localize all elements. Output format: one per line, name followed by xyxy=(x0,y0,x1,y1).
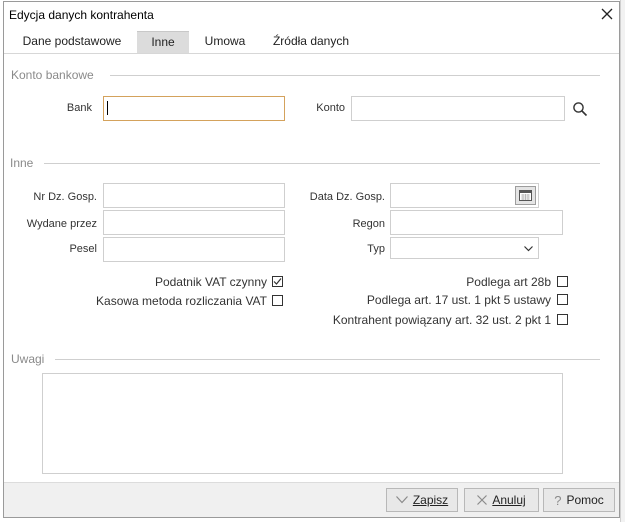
art28b-label: Podlega art 28b xyxy=(466,275,551,289)
nr-dz-gosp-label: Nr Dz. Gosp. xyxy=(33,191,97,203)
typ-select[interactable] xyxy=(390,237,539,259)
window-title: Edycja danych kontrahenta xyxy=(9,8,154,22)
art28b-checkbox[interactable] xyxy=(557,276,568,287)
close-icon[interactable] xyxy=(599,6,615,22)
regon-label: Regon xyxy=(352,218,385,230)
checkmark-icon xyxy=(395,496,408,504)
notes-textarea[interactable] xyxy=(42,373,563,474)
data-dz-gosp-input[interactable] xyxy=(390,183,539,208)
other-section-title: Inne xyxy=(10,156,34,170)
pesel-input[interactable] xyxy=(103,237,285,262)
data-dz-gosp-label: Data Dz. Gosp. xyxy=(309,191,385,203)
other-section-line xyxy=(44,163,600,164)
wydane-przez-label: Wydane przez xyxy=(26,218,97,230)
art32-checkbox[interactable] xyxy=(557,314,568,325)
tab-umowa[interactable]: Umowa xyxy=(196,31,254,53)
konto-input[interactable] xyxy=(351,96,565,121)
nr-dz-gosp-input[interactable] xyxy=(103,183,285,208)
regon-input[interactable] xyxy=(390,210,563,235)
konto-label: Konto xyxy=(316,102,345,114)
dialog-window: Edycja danych kontrahenta Dane podstawow… xyxy=(3,1,620,518)
wydane-przez-input[interactable] xyxy=(103,210,285,235)
help-button[interactable]: ? Pomoc xyxy=(543,488,615,512)
kasowa-label: Kasowa metoda rozliczania VAT xyxy=(96,294,267,308)
notes-section-line xyxy=(55,359,600,360)
kasowa-checkbox[interactable] xyxy=(272,295,283,306)
save-button[interactable]: Zapisz xyxy=(386,488,458,512)
cancel-button[interactable]: Anuluj xyxy=(464,488,539,512)
podatnik-vat-label: Podatnik VAT czynny xyxy=(154,275,267,289)
cancel-icon xyxy=(477,495,488,505)
art17-label: Podlega art. 17 ust. 1 pkt 5 ustawy xyxy=(366,293,551,307)
typ-label: Typ xyxy=(367,243,385,255)
chevron-down-icon xyxy=(524,246,533,252)
text-caret xyxy=(107,101,108,115)
tab-divider xyxy=(4,53,619,54)
bank-section-title: Konto bankowe xyxy=(11,68,94,82)
art17-checkbox[interactable] xyxy=(557,294,568,305)
tab-zrodla-danych[interactable]: Źródła danych xyxy=(266,31,356,53)
art32-label: Kontrahent powiązany art. 32 ust. 2 pkt … xyxy=(332,313,551,327)
notes-section-title: Uwagi xyxy=(11,352,45,366)
search-icon[interactable] xyxy=(572,101,588,117)
calendar-icon xyxy=(519,190,532,201)
bank-input[interactable] xyxy=(103,96,285,121)
pesel-label: Pesel xyxy=(69,243,97,255)
calendar-button[interactable] xyxy=(515,186,536,205)
tab-dane-podstawowe[interactable]: Dane podstawowe xyxy=(12,31,132,53)
bank-section-line xyxy=(110,75,600,76)
podatnik-vat-checkbox[interactable] xyxy=(272,276,283,287)
background-window-edge xyxy=(620,0,625,522)
question-icon: ? xyxy=(554,492,562,508)
bank-label: Bank xyxy=(66,102,92,114)
tab-inne[interactable]: Inne xyxy=(137,31,189,54)
